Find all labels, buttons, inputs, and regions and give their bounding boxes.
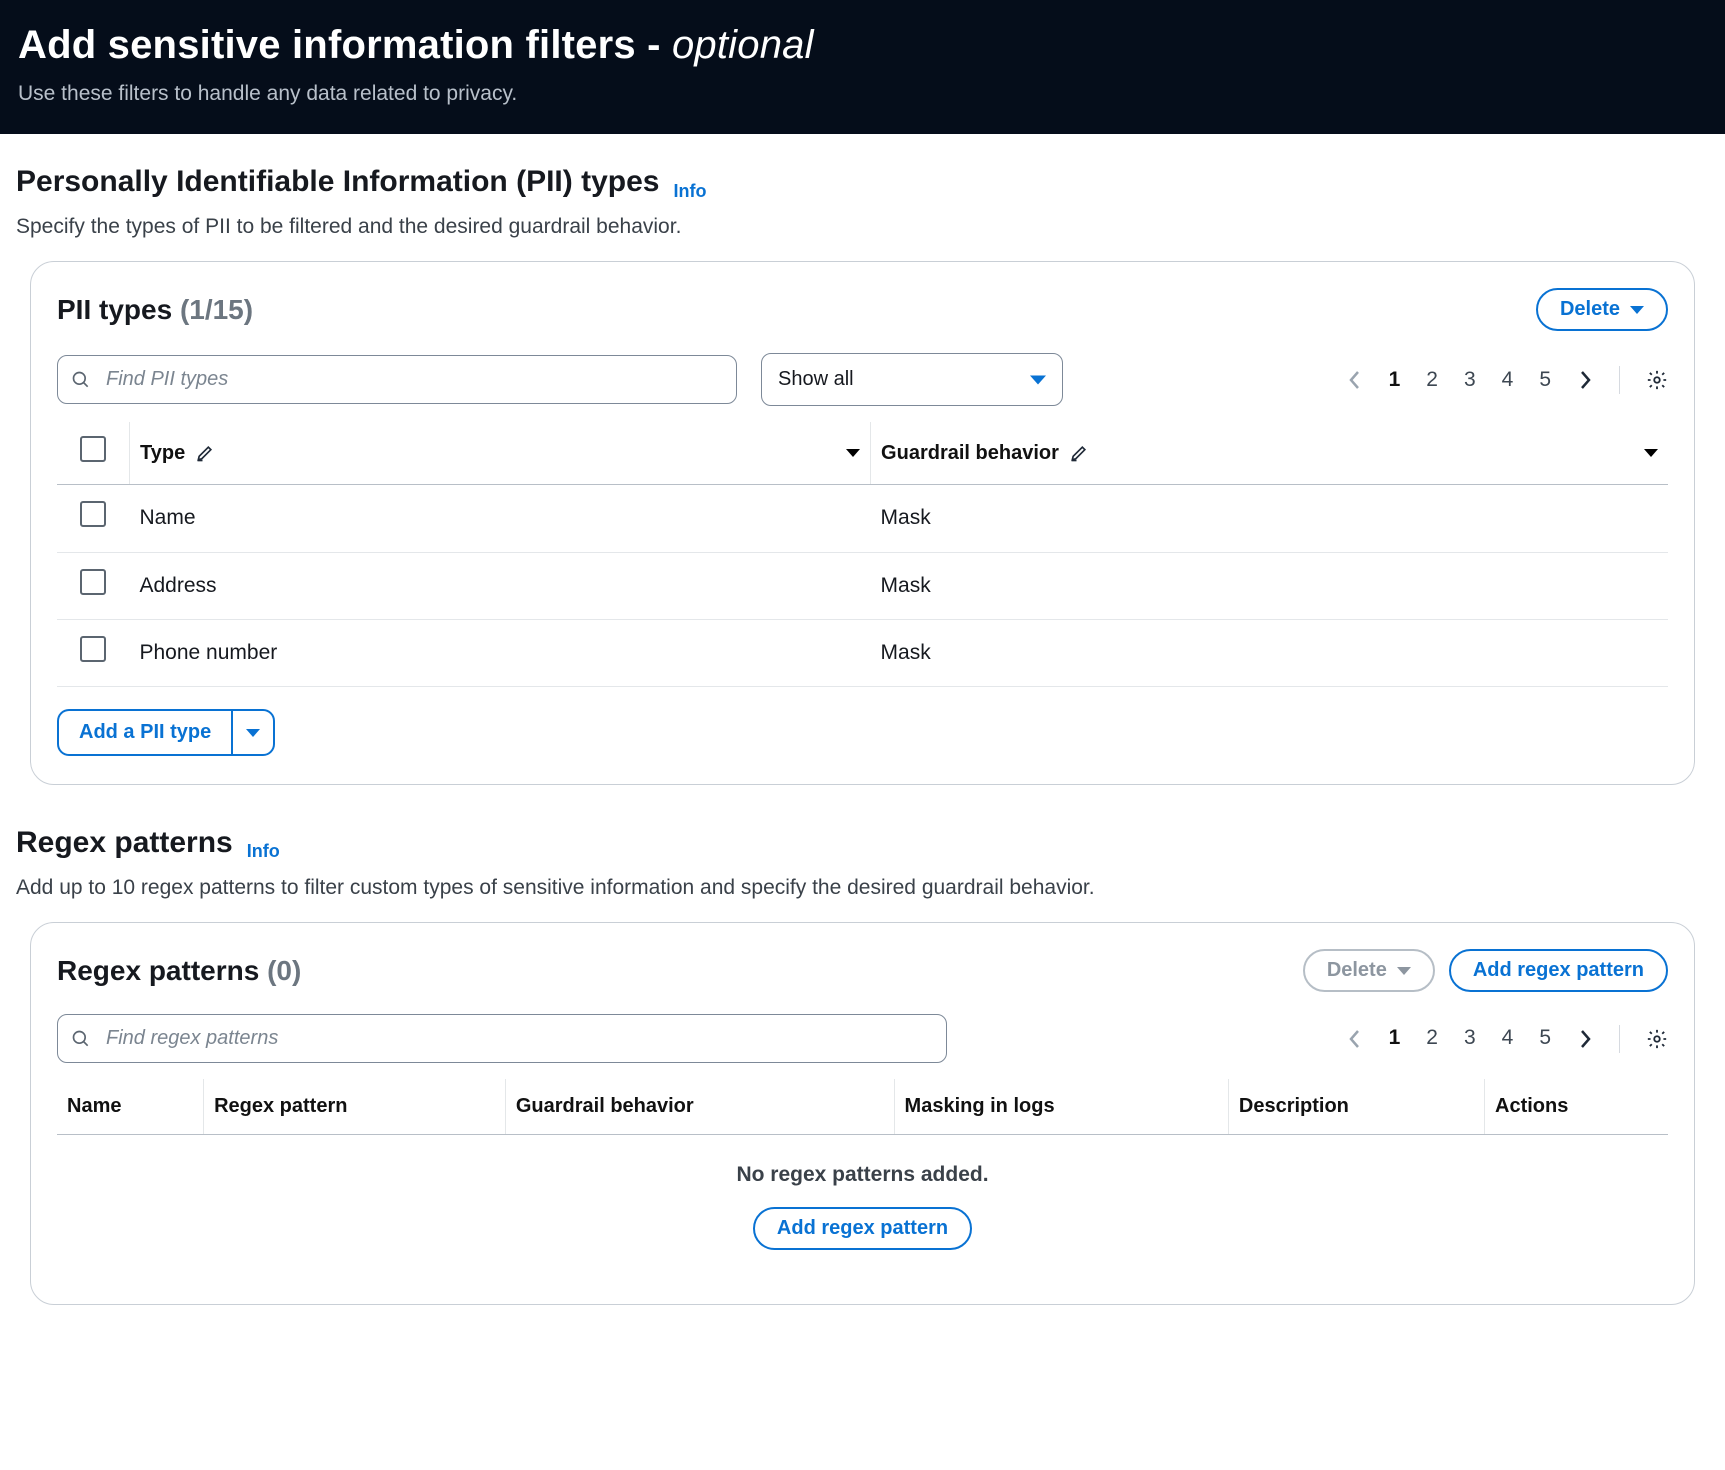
pii-filter-select[interactable]: Show all: [761, 353, 1063, 406]
add-regex-pattern-empty-button[interactable]: Add regex pattern: [753, 1207, 972, 1250]
pii-section-desc: Specify the types of PII to be filtered …: [16, 213, 1709, 241]
page-title: Add sensitive information filters - opti…: [18, 18, 1707, 72]
regex-section: Regex patterns Info Add up to 10 regex p…: [0, 795, 1725, 1315]
pii-table: Type Guardrail behavior: [57, 422, 1668, 687]
pii-pager: 1 2 3 4 5: [1347, 366, 1668, 394]
regex-info-link[interactable]: Info: [247, 839, 280, 863]
pager-prev[interactable]: [1347, 368, 1363, 392]
pii-info-link[interactable]: Info: [673, 179, 706, 203]
sort-icon: [1644, 449, 1658, 457]
select-all-checkbox[interactable]: [80, 436, 106, 462]
pager-page[interactable]: 4: [1502, 366, 1514, 394]
col-actions-header[interactable]: Actions: [1485, 1079, 1668, 1135]
pager-page[interactable]: 5: [1539, 1024, 1551, 1052]
row-checkbox[interactable]: [80, 569, 106, 595]
col-name-header[interactable]: Name: [57, 1079, 204, 1135]
regex-count: (0): [267, 955, 301, 986]
regex-section-desc: Add up to 10 regex patterns to filter cu…: [16, 874, 1709, 902]
edit-icon: [195, 443, 215, 463]
gear-icon[interactable]: [1646, 369, 1668, 391]
add-pii-type-split-button: Add a PII type: [57, 709, 275, 756]
col-desc-header[interactable]: Description: [1228, 1079, 1484, 1135]
pager-page[interactable]: 3: [1464, 366, 1476, 394]
col-pattern-header[interactable]: Regex pattern: [204, 1079, 506, 1135]
pager-page[interactable]: 2: [1426, 1024, 1438, 1052]
regex-pager: 1 2 3 4 5: [1347, 1024, 1668, 1052]
page-subtitle: Use these filters to handle any data rel…: [18, 80, 1707, 108]
cell-behavior: Mask: [871, 619, 1668, 686]
gear-icon[interactable]: [1646, 1028, 1668, 1050]
pager-next[interactable]: [1577, 1027, 1593, 1051]
pager-next[interactable]: [1577, 368, 1593, 392]
add-pii-type-dropdown[interactable]: [231, 709, 275, 756]
add-regex-pattern-button[interactable]: Add regex pattern: [1449, 949, 1668, 992]
cell-type: Name: [130, 485, 871, 552]
caret-down-icon: [1397, 967, 1411, 975]
table-row: Address Mask: [57, 552, 1668, 619]
search-icon: [71, 370, 91, 390]
pii-filter-value: Show all: [762, 354, 1062, 405]
pager-page[interactable]: 1: [1389, 366, 1401, 394]
pii-panel-title: PII types (1/15): [57, 291, 253, 329]
table-header-row: Name Regex pattern Guardrail behavior Ma…: [57, 1079, 1668, 1135]
pii-count: (1/15): [180, 294, 253, 325]
pii-delete-button[interactable]: Delete: [1536, 288, 1668, 331]
row-checkbox[interactable]: [80, 636, 106, 662]
caret-down-icon: [1630, 306, 1644, 314]
col-type-header[interactable]: Type: [130, 422, 871, 485]
regex-search: [57, 1014, 947, 1063]
caret-down-icon: [246, 729, 260, 737]
regex-search-input[interactable]: [57, 1014, 947, 1063]
pii-search-input[interactable]: [57, 355, 737, 404]
col-behavior-header[interactable]: Guardrail behavior: [871, 422, 1668, 485]
regex-panel-title: Regex patterns (0): [57, 952, 301, 990]
pii-section-title: Personally Identifiable Information (PII…: [16, 162, 659, 203]
pager-page[interactable]: 4: [1502, 1024, 1514, 1052]
regex-empty-message: No regex patterns added.: [67, 1161, 1658, 1189]
sort-icon: [846, 449, 860, 457]
col-behavior-header[interactable]: Guardrail behavior: [505, 1079, 894, 1135]
page-title-optional: optional: [672, 23, 814, 67]
table-row: Phone number Mask: [57, 619, 1668, 686]
pager-page[interactable]: 1: [1389, 1024, 1401, 1052]
cell-behavior: Mask: [871, 485, 1668, 552]
add-pii-type-button[interactable]: Add a PII type: [57, 709, 231, 756]
pii-search: [57, 355, 737, 404]
empty-row: No regex patterns added. Add regex patte…: [57, 1135, 1668, 1277]
pager-prev[interactable]: [1347, 1027, 1363, 1051]
regex-delete-button: Delete: [1303, 949, 1435, 992]
pii-panel: PII types (1/15) Delete Show all: [30, 261, 1695, 785]
pager-page[interactable]: 5: [1539, 366, 1551, 394]
pager-page[interactable]: 3: [1464, 1024, 1476, 1052]
page-title-main: Add sensitive information filters -: [18, 23, 672, 67]
pii-section: Personally Identifiable Information (PII…: [0, 134, 1725, 795]
col-masking-header[interactable]: Masking in logs: [894, 1079, 1228, 1135]
pager-page[interactable]: 2: [1426, 366, 1438, 394]
cell-type: Phone number: [130, 619, 871, 686]
edit-icon: [1069, 443, 1089, 463]
regex-section-title: Regex patterns: [16, 823, 233, 864]
select-all-header: [57, 422, 130, 485]
page-header: Add sensitive information filters - opti…: [0, 0, 1725, 134]
cell-type: Address: [130, 552, 871, 619]
search-icon: [71, 1029, 91, 1049]
regex-table: Name Regex pattern Guardrail behavior Ma…: [57, 1079, 1668, 1276]
row-checkbox[interactable]: [80, 501, 106, 527]
caret-down-icon: [1030, 375, 1046, 384]
regex-panel: Regex patterns (0) Delete Add regex patt…: [30, 922, 1695, 1305]
cell-behavior: Mask: [871, 552, 1668, 619]
table-row: Name Mask: [57, 485, 1668, 552]
table-header-row: Type Guardrail behavior: [57, 422, 1668, 485]
